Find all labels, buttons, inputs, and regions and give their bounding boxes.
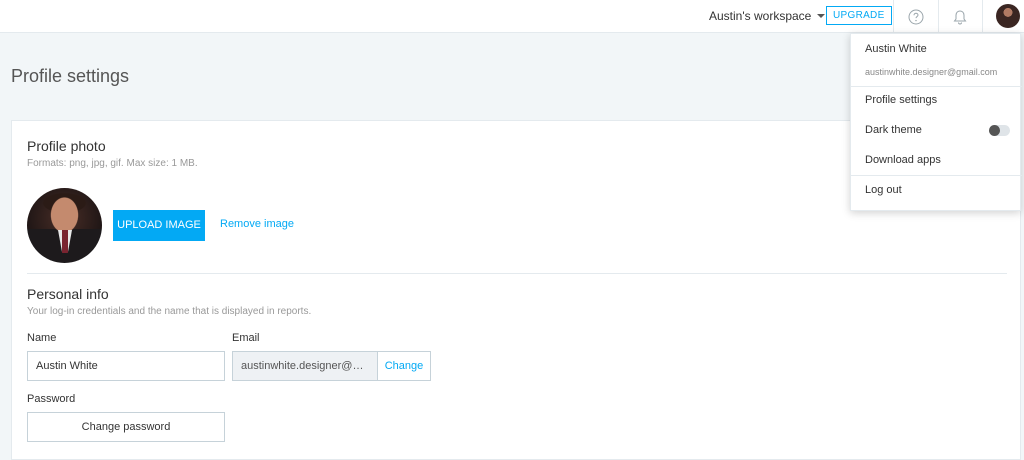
divider <box>982 0 983 33</box>
help-icon <box>908 9 924 24</box>
bell-icon <box>953 9 967 24</box>
menu-item-download-apps[interactable]: Download apps <box>851 145 1022 175</box>
upgrade-button[interactable]: UPGRADE <box>826 6 892 25</box>
email-label: Email <box>232 332 260 344</box>
name-label: Name <box>27 332 57 344</box>
change-password-button[interactable]: Change password <box>27 412 225 442</box>
toggle-knob <box>989 125 1000 136</box>
personal-info-description: Your log-in credentials and the name tha… <box>27 306 312 317</box>
menu-item-label: Dark theme <box>865 124 922 136</box>
name-field[interactable]: Austin White <box>27 351 225 381</box>
dropdown-user-email: austinwhite.designer@gmail.com <box>865 67 998 77</box>
profile-dropdown: Austin White austinwhite.designer@gmail.… <box>850 33 1022 211</box>
profile-photo <box>27 188 102 263</box>
help-button[interactable] <box>897 0 935 33</box>
avatar[interactable] <box>996 4 1020 28</box>
change-email-button[interactable]: Change <box>378 351 431 381</box>
dark-theme-toggle[interactable] <box>989 125 1010 136</box>
divider <box>27 273 1007 274</box>
profile-photo-title: Profile photo <box>27 138 106 154</box>
personal-info-title: Personal info <box>27 286 109 302</box>
divider <box>893 0 894 33</box>
photo-detail <box>58 230 72 253</box>
top-bar: Austin's workspace UPGRADE <box>0 0 1024 33</box>
workspace-selector[interactable]: Austin's workspace <box>709 9 826 23</box>
remove-image-link[interactable]: Remove image <box>220 218 294 230</box>
chevron-down-icon <box>817 14 826 18</box>
profile-photo-description: Formats: png, jpg, gif. Max size: 1 MB. <box>27 158 198 169</box>
divider <box>938 0 939 33</box>
workspace-label: Austin's workspace <box>709 9 812 23</box>
email-field: austinwhite.designer@gmail.com <box>232 351 378 381</box>
page-title: Profile settings <box>11 66 130 86</box>
notifications-button[interactable] <box>941 0 979 33</box>
dropdown-user-name: Austin White <box>865 43 927 55</box>
menu-item-profile-settings[interactable]: Profile settings <box>851 85 1022 115</box>
password-label: Password <box>27 393 76 405</box>
upload-image-button[interactable]: UPLOAD IMAGE <box>113 210 205 241</box>
menu-item-log-out[interactable]: Log out <box>851 175 1022 205</box>
